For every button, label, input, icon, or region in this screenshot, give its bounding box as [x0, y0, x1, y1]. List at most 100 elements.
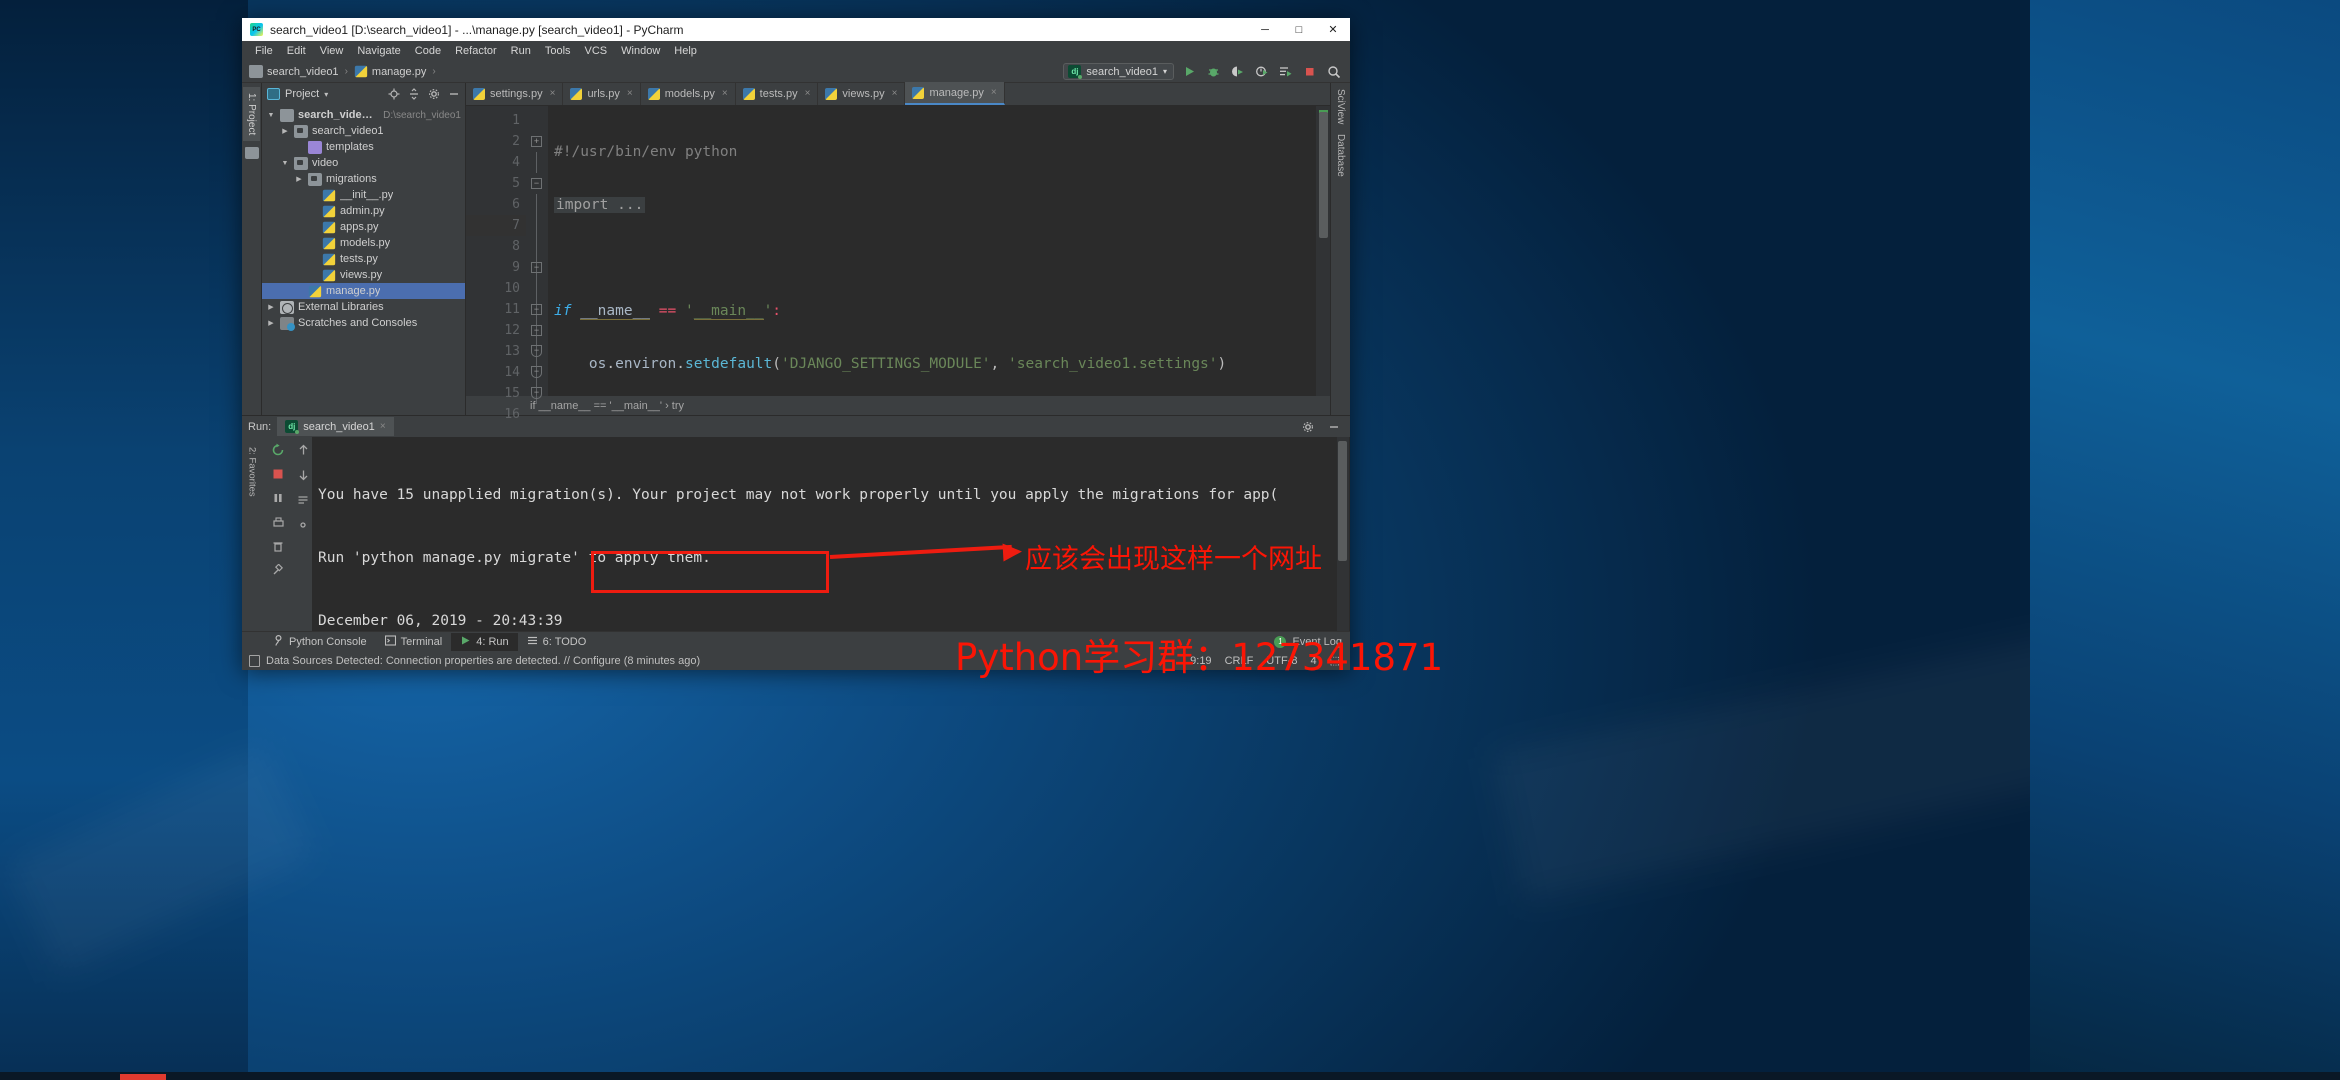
- tree-item-video[interactable]: ▼ video: [262, 155, 465, 171]
- run-with-console-icon[interactable]: [1277, 63, 1294, 80]
- chevron-expanded-icon[interactable]: ▼: [266, 112, 276, 119]
- tab-settings-py[interactable]: settings.py ×: [466, 82, 564, 105]
- run-configuration-selector[interactable]: dj search_video1 ▾: [1063, 63, 1174, 80]
- search-icon[interactable]: [1325, 63, 1342, 80]
- tree-item-scratches[interactable]: ▶ Scratches and Consoles: [262, 315, 465, 331]
- fold-end-icon[interactable]: −: [531, 387, 542, 399]
- tree-item-admin-py[interactable]: admin.py: [262, 203, 465, 219]
- tree-item-templates[interactable]: templates: [262, 139, 465, 155]
- hide-panel-icon[interactable]: [1326, 419, 1342, 435]
- chevron-collapsed-icon[interactable]: ▶: [280, 127, 290, 135]
- status-message[interactable]: Data Sources Detected: Connection proper…: [266, 655, 700, 667]
- scroll-up-icon[interactable]: [295, 442, 311, 458]
- tab-tests-py[interactable]: tests.py ×: [736, 82, 819, 105]
- lock-icon[interactable]: ⬚: [1330, 654, 1340, 667]
- tree-item-migrations[interactable]: ▶ migrations: [262, 171, 465, 187]
- menu-item-vcs[interactable]: VCS: [578, 43, 615, 59]
- event-log-label[interactable]: Event Log: [1292, 636, 1342, 648]
- menu-item-view[interactable]: View: [313, 43, 351, 59]
- fold-collapse-icon[interactable]: −: [531, 262, 542, 273]
- pause-icon[interactable]: [270, 490, 286, 506]
- menu-item-window[interactable]: Window: [614, 43, 667, 59]
- console-scrollbar[interactable]: [1337, 437, 1349, 631]
- code-text-area[interactable]: #!/usr/bin/env python import ... if __na…: [548, 106, 1316, 396]
- scrollbar-thumb[interactable]: [1319, 112, 1328, 238]
- close-icon[interactable]: ×: [380, 421, 386, 432]
- settings-icon[interactable]: [295, 517, 311, 533]
- trash-icon[interactable]: [270, 538, 286, 554]
- menu-item-edit[interactable]: Edit: [280, 43, 313, 59]
- breadcrumb-project[interactable]: search_video1: [249, 65, 339, 78]
- menu-item-run[interactable]: Run: [504, 43, 538, 59]
- fold-end-icon[interactable]: −: [531, 366, 542, 378]
- close-icon[interactable]: ×: [892, 88, 898, 99]
- pin-icon[interactable]: [270, 562, 286, 578]
- sidebar-tab-project[interactable]: 1: Project: [243, 87, 260, 142]
- menu-item-code[interactable]: Code: [408, 43, 448, 59]
- chevron-collapsed-icon[interactable]: ▶: [266, 319, 276, 327]
- hide-panel-icon[interactable]: [447, 88, 460, 101]
- fold-collapse-icon[interactable]: −: [531, 304, 542, 315]
- fold-end-icon[interactable]: −: [531, 345, 542, 357]
- tree-item-apps-py[interactable]: apps.py: [262, 219, 465, 235]
- close-button[interactable]: ✕: [1316, 18, 1350, 41]
- chevron-collapsed-icon[interactable]: ▶: [266, 303, 276, 311]
- console-scrollbar-thumb[interactable]: [1338, 441, 1347, 561]
- close-icon[interactable]: ×: [550, 88, 556, 99]
- coverage-icon[interactable]: [1229, 63, 1246, 80]
- tree-item-views-py[interactable]: views.py: [262, 267, 465, 283]
- fold-collapse-icon[interactable]: −: [531, 325, 542, 336]
- event-log-area[interactable]: 1 Event Log: [1274, 635, 1350, 648]
- fold-expand-icon[interactable]: +: [531, 136, 542, 147]
- sidebar-tab-database[interactable]: Database: [1335, 134, 1346, 177]
- close-icon[interactable]: ×: [991, 87, 997, 98]
- maximize-button[interactable]: □: [1282, 18, 1316, 41]
- collapsed-import[interactable]: import ...: [554, 197, 646, 213]
- bottom-tab-python-console[interactable]: Python Console: [264, 633, 376, 651]
- tab-urls-py[interactable]: urls.py ×: [563, 82, 641, 105]
- menu-item-file[interactable]: File: [248, 43, 280, 59]
- close-icon[interactable]: ×: [722, 88, 728, 99]
- tree-item-search-video1-pkg[interactable]: ▶ search_video1: [262, 123, 465, 139]
- chevron-collapsed-icon[interactable]: ▶: [294, 175, 304, 183]
- debug-icon[interactable]: [1205, 63, 1222, 80]
- collapse-all-icon[interactable]: [407, 88, 420, 101]
- line-separator[interactable]: CRLF: [1225, 655, 1254, 667]
- tree-item-manage-py[interactable]: manage.py: [262, 283, 465, 299]
- rerun-icon[interactable]: [270, 442, 286, 458]
- breadcrumb-file[interactable]: manage.py: [354, 65, 426, 78]
- tree-item-init-py[interactable]: __init__.py: [262, 187, 465, 203]
- tab-models-py[interactable]: models.py ×: [641, 82, 736, 105]
- chevron-down-icon[interactable]: ▾: [324, 90, 328, 99]
- project-tree[interactable]: ▼ search_video1 D:\search_video1 ▶ searc…: [262, 105, 465, 415]
- tree-item-external-libraries[interactable]: ▶ External Libraries: [262, 299, 465, 315]
- gear-icon[interactable]: [427, 88, 440, 101]
- caret-position[interactable]: 9:19: [1190, 655, 1211, 667]
- minimize-button[interactable]: ─: [1248, 18, 1282, 41]
- soft-wrap-icon[interactable]: [295, 492, 311, 508]
- locate-icon[interactable]: [387, 88, 400, 101]
- tree-item-root[interactable]: ▼ search_video1 D:\search_video1: [262, 107, 465, 123]
- run-console-output[interactable]: You have 15 unapplied migration(s). Your…: [312, 437, 1350, 631]
- scroll-down-icon[interactable]: [295, 467, 311, 483]
- file-encoding[interactable]: UTF-8: [1266, 655, 1297, 667]
- menu-item-help[interactable]: Help: [667, 43, 704, 59]
- bottom-tab-run[interactable]: 4: Run: [451, 632, 518, 651]
- tree-item-models-py[interactable]: models.py: [262, 235, 465, 251]
- tree-item-tests-py[interactable]: tests.py: [262, 251, 465, 267]
- menu-item-navigate[interactable]: Navigate: [350, 43, 407, 59]
- menu-item-refactor[interactable]: Refactor: [448, 43, 504, 59]
- close-icon[interactable]: ×: [805, 88, 811, 99]
- editor-scrollbar[interactable]: [1316, 106, 1330, 396]
- sidebar-tab-sciview[interactable]: SciView: [1335, 89, 1346, 124]
- profile-icon[interactable]: [1253, 63, 1270, 80]
- menu-item-tools[interactable]: Tools: [538, 43, 578, 59]
- gear-icon[interactable]: [1300, 419, 1316, 435]
- close-icon[interactable]: ×: [627, 88, 633, 99]
- print-icon[interactable]: [270, 514, 286, 530]
- run-tab-search-video1[interactable]: dj search_video1 ×: [277, 417, 394, 436]
- indent-size[interactable]: 4: [1310, 655, 1316, 667]
- chevron-expanded-icon[interactable]: ▼: [280, 160, 290, 167]
- tab-manage-py[interactable]: manage.py ×: [905, 82, 1005, 105]
- fold-collapse-icon[interactable]: −: [531, 178, 542, 189]
